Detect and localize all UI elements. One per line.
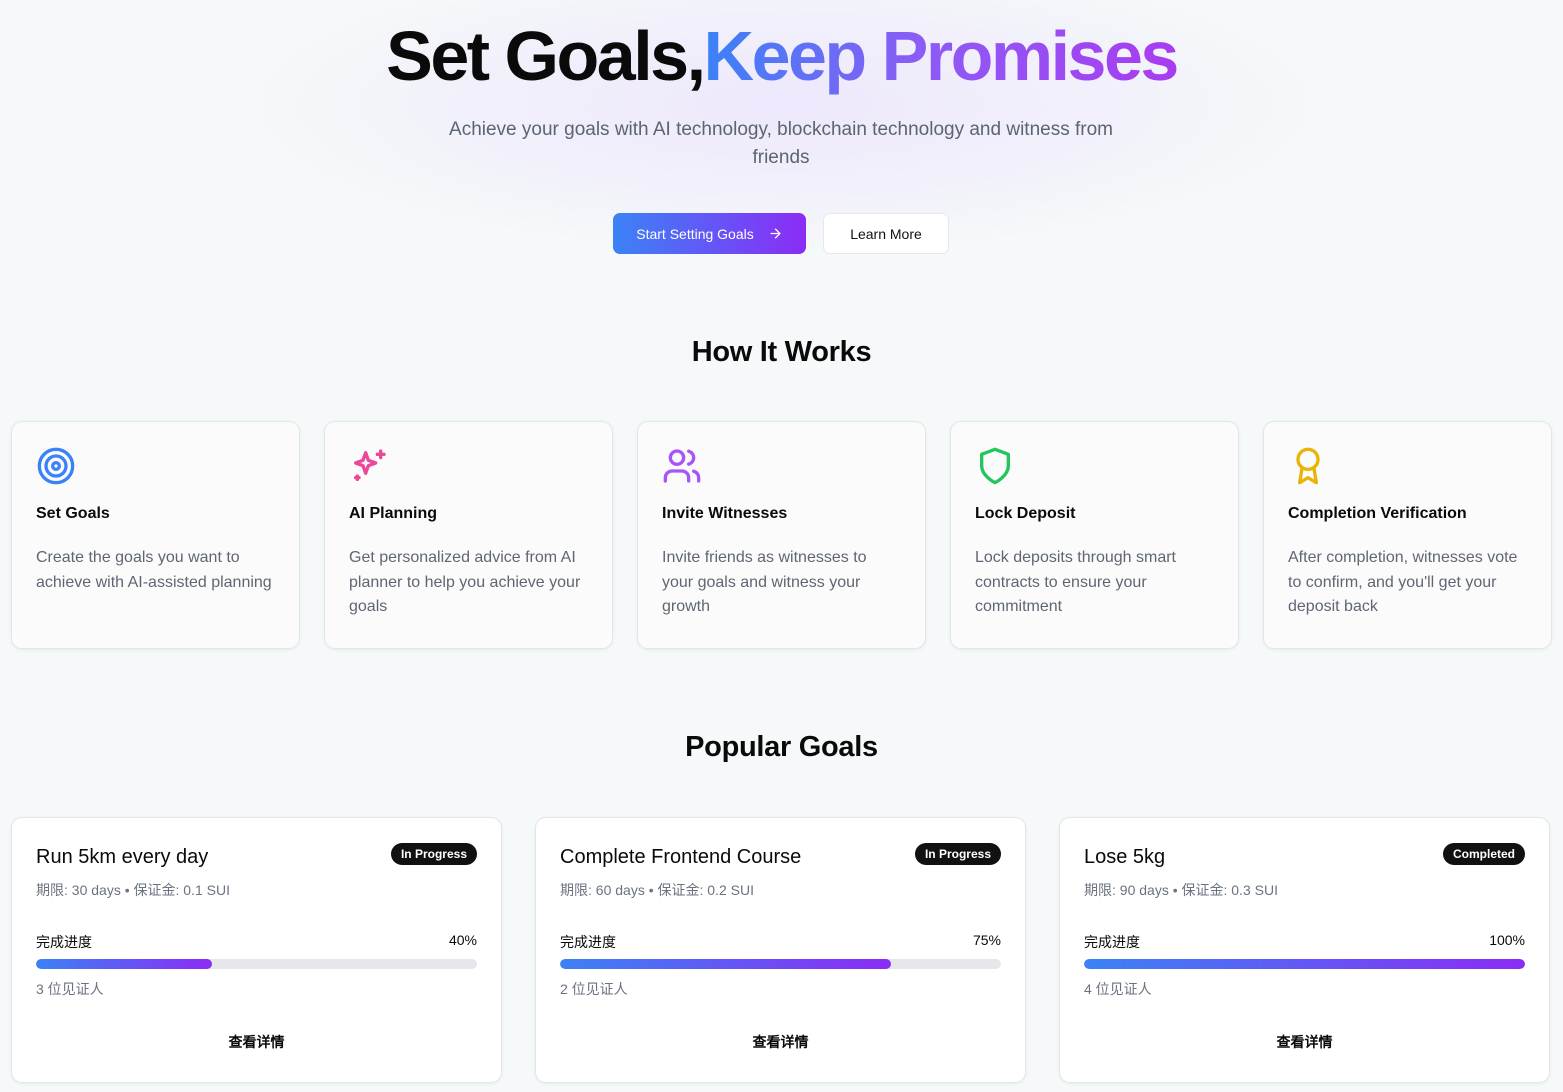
progress-label: 完成进度 [1084,934,1140,950]
start-setting-goals-button[interactable]: Start Setting Goals [613,213,806,254]
learn-more-button[interactable]: Learn More [823,213,949,254]
feature-card-lock-deposit: Lock Deposit Lock deposits through smart… [950,421,1239,649]
feature-title: AI Planning [349,505,437,522]
feature-title: Invite Witnesses [662,505,788,522]
feature-card-completion-verification: Completion Verification After completion… [1263,421,1552,649]
popular-goals-title: Popular Goals [685,731,878,763]
progress-value: 40% [448,932,477,948]
shield-icon [980,447,1010,485]
goal-card: Lose 5kg Completed 期限: 90 days • 保证金: 0.… [1059,817,1550,1083]
feature-card-ai-planning: AI Planning Get personalized advice from… [324,421,613,649]
witness-count: 3 位见证人 [36,981,104,997]
goal-meta: 期限: 60 days • 保证金: 0.2 SUI [560,882,754,898]
progress-fill [1084,959,1525,969]
goal-card: Complete Frontend Course In Progress 期限:… [535,817,1026,1083]
progress-label: 完成进度 [36,934,92,950]
feature-title: Completion Verification [1288,505,1467,522]
feature-title: Lock Deposit [975,505,1076,522]
witness-count: 4 位见证人 [1084,981,1152,997]
progress-value: 75% [972,932,1001,948]
sparkles-icon [354,449,386,481]
status-badge: Completed [1442,843,1525,865]
feature-description: Create the goals you want to achieve wit… [36,549,272,591]
feature-card-set-goals: Set Goals Create the goals you want to a… [11,421,300,649]
award-icon [1296,447,1320,485]
landing-page: Set Goals,Keep Promises Achieve your goa… [0,0,1563,1092]
progress-bar [560,959,1001,969]
how-it-works-title: How It Works [691,336,872,368]
feature-title: Set Goals [36,505,110,522]
progress-label: 完成进度 [560,934,616,950]
goal-title: Complete Frontend Course [560,846,802,868]
progress-bar [36,959,477,969]
progress-bar [1084,959,1525,969]
view-details-link[interactable]: 查看详情 [536,1032,1025,1052]
feature-description: After completion, witnesses vote to conf… [1288,549,1518,615]
hero-title-plain: Set Goals, [386,17,706,95]
status-badge: In Progress [914,843,1001,865]
feature-description: Lock deposits through smart contracts to… [975,549,1176,615]
view-details-link[interactable]: 查看详情 [12,1032,501,1052]
goal-card: Run 5km every day In Progress 期限: 30 day… [11,817,502,1083]
arrow-right-icon [770,228,781,239]
feature-card-invite-witnesses: Invite Witnesses Invite friends as witne… [637,421,926,649]
goal-title: Lose 5kg [1084,846,1166,868]
hero-title-accent: Keep Promises [703,17,1180,95]
hero-title: Set Goals,Keep Promises [0,14,1563,98]
start-setting-goals-label: Start Setting Goals [636,225,754,242]
status-badge: In Progress [390,843,477,865]
progress-value: 100% [1489,932,1525,948]
goal-meta: 期限: 30 days • 保证金: 0.1 SUI [36,882,230,898]
progress-fill [36,959,213,969]
goal-meta: 期限: 90 days • 保证金: 0.3 SUI [1084,882,1278,898]
hero-subtitle: Achieve your goals with AI technology, b… [449,119,1113,168]
view-details-link[interactable]: 查看详情 [1060,1032,1549,1052]
feature-description: Invite friends as witnesses to your goal… [662,549,867,615]
goal-title: Run 5km every day [36,846,209,868]
feature-description: Get personalized advice from AI planner … [349,549,581,615]
users-icon [663,449,701,483]
witness-count: 2 位见证人 [560,981,628,997]
target-icon [37,447,75,485]
progress-fill [560,959,891,969]
